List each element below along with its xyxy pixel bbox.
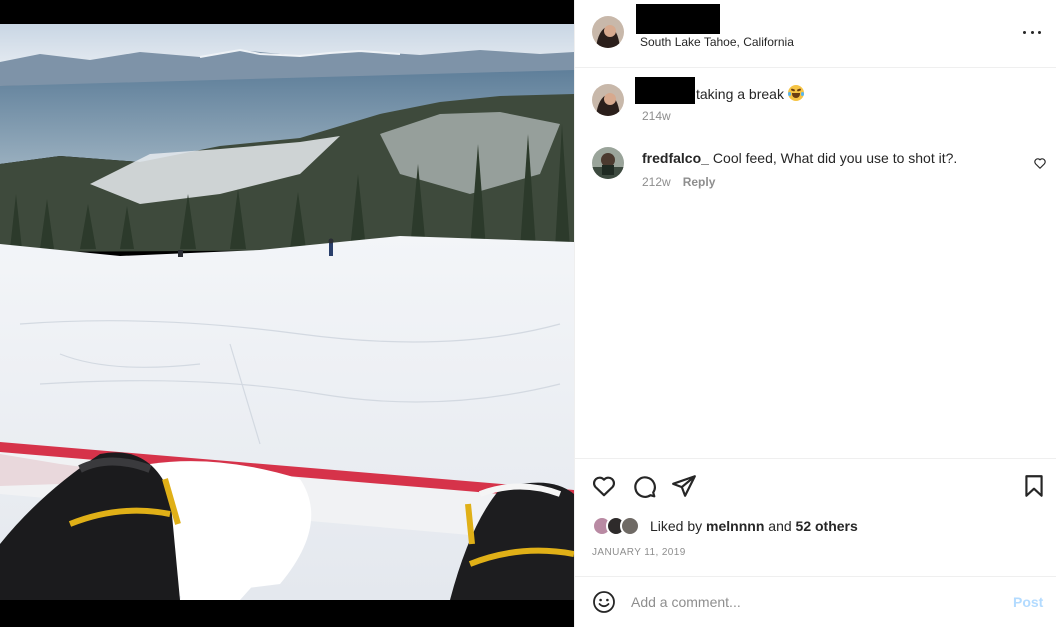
liked-by-prefix: Liked by bbox=[650, 518, 703, 534]
liker-avatar bbox=[620, 516, 640, 536]
comment-icon[interactable] bbox=[631, 473, 657, 499]
author-username-redacted[interactable] bbox=[636, 4, 720, 34]
more-horizontal-icon bbox=[1023, 30, 1026, 34]
comment-age[interactable]: 212w bbox=[642, 175, 671, 189]
reply-button[interactable]: Reply bbox=[683, 175, 716, 189]
commenter-avatar[interactable] bbox=[592, 147, 624, 179]
add-comment-bar: Post bbox=[575, 576, 1056, 627]
heart-icon[interactable] bbox=[591, 473, 617, 499]
comment-username[interactable]: fredfalco_ bbox=[642, 150, 709, 166]
post-header: South Lake Tahoe, California bbox=[575, 0, 1056, 68]
caption-age[interactable]: 214w bbox=[642, 109, 671, 123]
caption-text: taking a break bbox=[696, 85, 804, 102]
comment-input[interactable] bbox=[631, 590, 1001, 614]
smiley-icon[interactable] bbox=[592, 590, 616, 614]
post-caption: taking a break 214w bbox=[575, 68, 1056, 132]
bookmark-icon[interactable] bbox=[1021, 473, 1047, 499]
more-horizontal-icon bbox=[1038, 30, 1041, 34]
post-comment-button[interactable]: Post bbox=[1013, 594, 1043, 610]
post-location[interactable]: South Lake Tahoe, California bbox=[640, 35, 794, 49]
post-actions: Liked by melnnnn and 52 others JANUARY 1… bbox=[575, 458, 1056, 576]
send-icon[interactable] bbox=[671, 473, 697, 499]
post-detail-panel: South Lake Tahoe, California taking a br… bbox=[574, 0, 1056, 627]
caption-avatar[interactable] bbox=[592, 84, 624, 116]
post-media bbox=[0, 0, 574, 627]
post-date[interactable]: JANUARY 11, 2019 bbox=[592, 547, 686, 558]
liked-by-text: Liked by melnnnn and 52 others bbox=[650, 518, 858, 534]
comment-text: fredfalco_ Cool feed, What did you use to… bbox=[642, 150, 957, 166]
liked-by-user[interactable]: melnnnn bbox=[706, 518, 764, 534]
comment-body: Cool feed, What did you use to shot it?. bbox=[712, 150, 958, 166]
comment-like-heart-icon[interactable] bbox=[1033, 156, 1047, 170]
liker-avatars[interactable] bbox=[592, 516, 650, 536]
comment-item: fredfalco_ Cool feed, What did you use to… bbox=[575, 132, 1056, 202]
caption-username-redacted[interactable] bbox=[635, 77, 695, 104]
more-options-button[interactable] bbox=[1019, 22, 1045, 42]
comment-meta: 212w Reply bbox=[642, 175, 715, 189]
more-horizontal-icon bbox=[1030, 30, 1034, 34]
liked-by-row: Liked by melnnnn and 52 others bbox=[592, 515, 858, 537]
laughing-emoji-icon bbox=[787, 85, 804, 101]
author-avatar[interactable] bbox=[592, 16, 624, 48]
post-photo[interactable] bbox=[0, 24, 574, 600]
caption-body: taking a break bbox=[696, 86, 784, 102]
liked-by-others[interactable]: 52 others bbox=[796, 518, 858, 534]
comments-list[interactable]: taking a break 214w fredfalco_ Cool feed,… bbox=[575, 68, 1056, 458]
liked-by-joiner: and bbox=[768, 518, 792, 534]
